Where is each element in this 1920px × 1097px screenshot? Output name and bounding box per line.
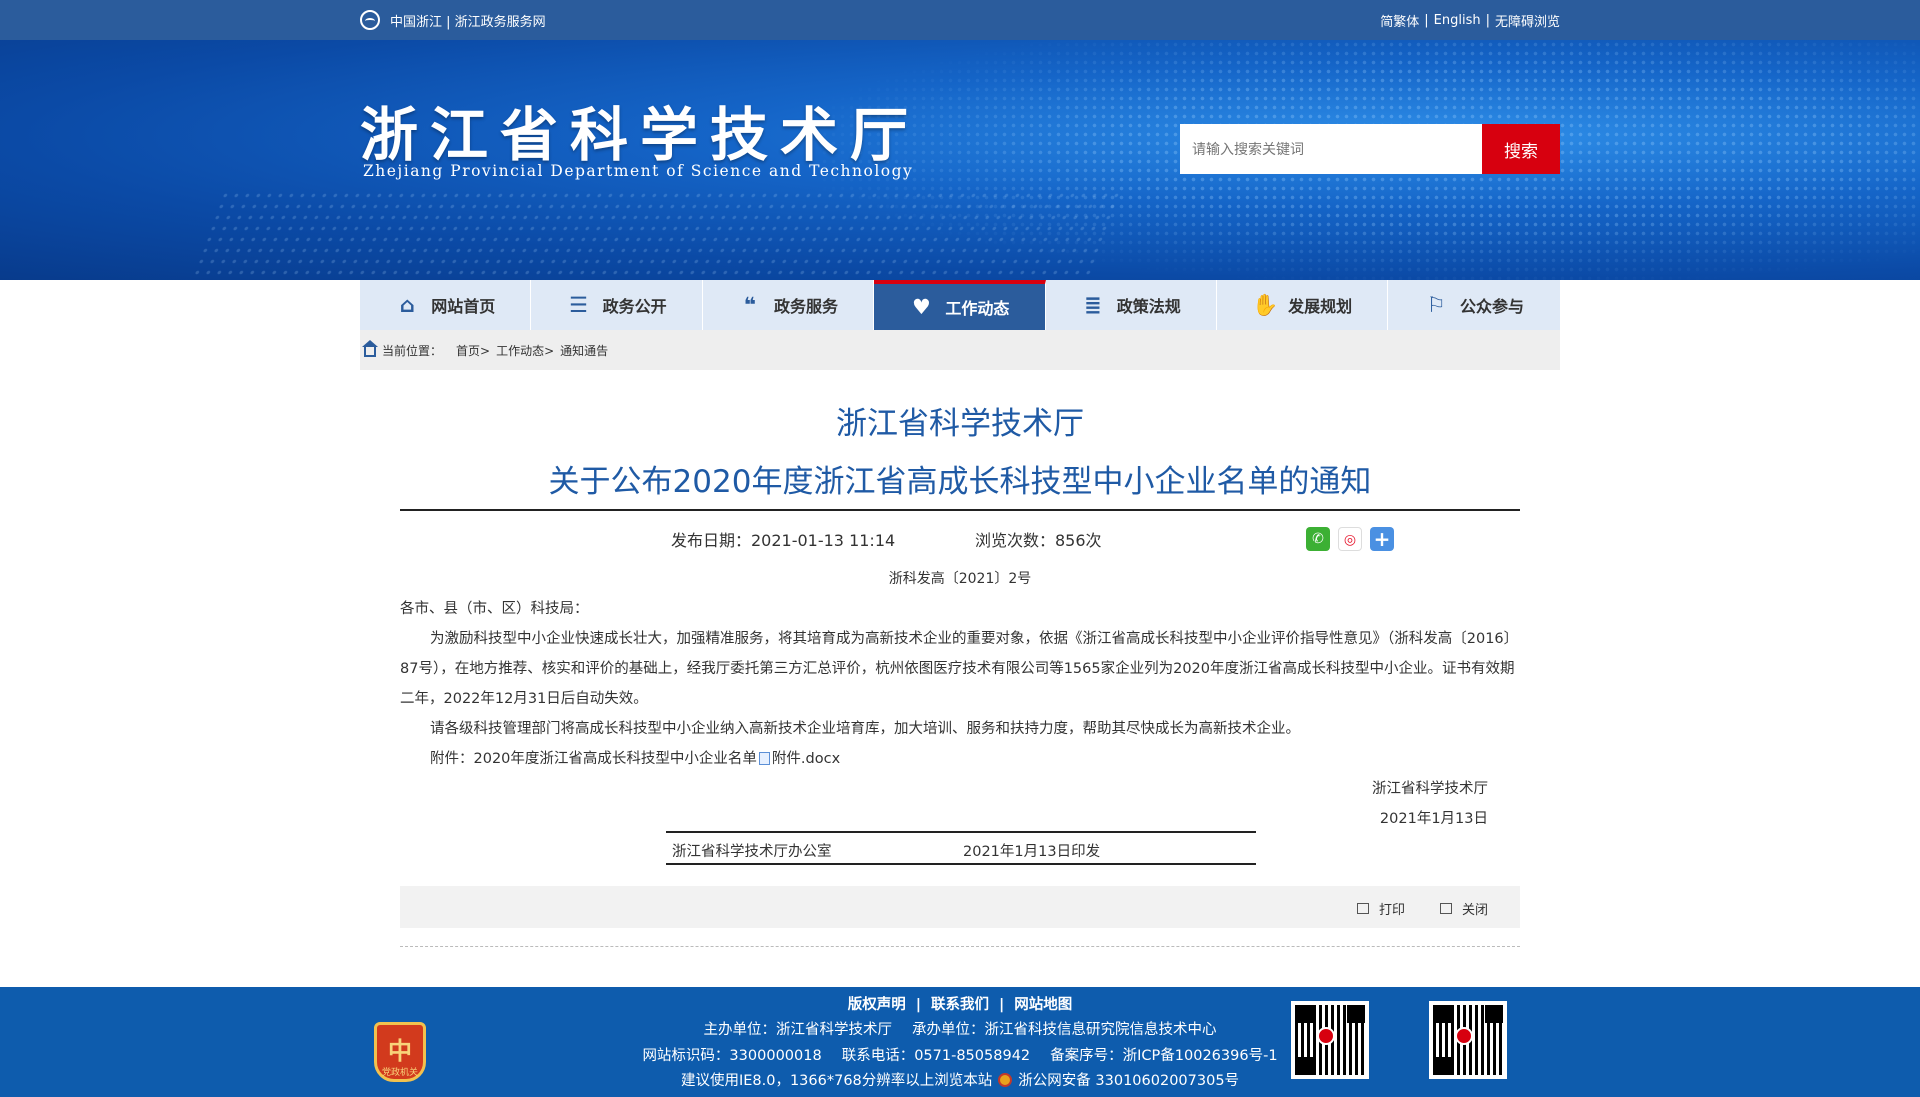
close-icon xyxy=(1440,903,1452,914)
nav-item-work-news[interactable]: ♥ 工作动态 xyxy=(874,280,1046,330)
footer-id-line: 网站标识码：3300000018 联系电话：0571-85058942 备案序号：浙… xyxy=(0,1044,1920,1065)
top-bar: 中国浙江 | 浙江政务服务网 简繁体 | English | 无障碍浏览 xyxy=(0,0,1920,40)
nav-item-public-participation[interactable]: ⚐ 公众参与 xyxy=(1388,280,1560,330)
breadcrumb: 当前位置： 首页> 工作动态> 通知通告 xyxy=(360,330,1560,370)
nav-label: 政务公开 xyxy=(602,297,667,316)
article-body: 各市、县（市、区）科技局： 为激励科技型中小企业快速成长壮大，加强精准服务，将其… xyxy=(400,594,1520,834)
contact-phone: 联系电话：0571-85058942 xyxy=(841,1048,1031,1064)
breadcrumb-item-notices[interactable]: 通知通告 xyxy=(560,342,608,359)
main-nav: ⌂ 网站首页 ☰ 政务公开 ❝ 政务服务 ♥ 工作动态 ≣ 政策法规 ✋ 发展规划 ⚐ 公众参… xyxy=(360,280,1560,330)
search-button[interactable]: 搜索 xyxy=(1482,124,1560,174)
view-count: 浏览次数：856次 xyxy=(975,531,1102,550)
weibo-icon xyxy=(1317,1027,1335,1045)
heart-icon: ♥ xyxy=(911,295,931,319)
separator: | xyxy=(999,997,1005,1013)
copyright-link[interactable]: 版权声明 xyxy=(848,997,906,1013)
word-file-icon xyxy=(758,752,770,765)
separator: | xyxy=(1424,12,1429,28)
nav-label: 网站首页 xyxy=(431,297,496,316)
footer-links: 版权声明 | 联系我们 | 网站地图 xyxy=(0,993,1920,1014)
top-right-links: 简繁体 | English | 无障碍浏览 xyxy=(1380,0,1560,40)
top-left-links[interactable]: 中国浙江 | 浙江政务服务网 xyxy=(360,0,546,40)
document-icon: ≣ xyxy=(1083,293,1102,317)
document-number: 浙科发高〔2021〕2号 xyxy=(888,571,1032,587)
wechat-qr-code xyxy=(1429,1001,1507,1079)
wechat-icon[interactable]: ✆ xyxy=(1306,527,1330,551)
attachment-line: 附件：2020年度浙江省高成长科技型中小企业名单 附件.docx xyxy=(400,744,1520,774)
nav-item-gov-services[interactable]: ❝ 政务服务 xyxy=(702,280,875,330)
attachment-label: 附件：2020年度浙江省高成长科技型中小企业名单 xyxy=(430,751,757,767)
home-icon: ⌂ xyxy=(399,293,415,317)
signature: 浙江省科学技术厅 xyxy=(1372,781,1488,797)
attachment-link[interactable]: 附件.docx xyxy=(772,751,840,767)
site-logo-subtitle: Zhejiang Provincial Department of Scienc… xyxy=(363,162,914,180)
police-record-link[interactable]: 浙公网安备 33010602007305号 xyxy=(1018,1073,1239,1089)
breadcrumb-item-work-news[interactable]: 工作动态> xyxy=(496,342,554,359)
accessibility-link[interactable]: 无障碍浏览 xyxy=(1495,11,1560,30)
search-input[interactable] xyxy=(1180,124,1482,174)
site-logo-title[interactable]: 浙江省科学技术厅 xyxy=(360,88,920,172)
print-info: 浙江省科学技术厅办公室 2021年1月13日印发 xyxy=(666,831,1256,865)
print-button[interactable]: 打印 xyxy=(1357,899,1405,918)
footer: 党政机关 版权声明|联系我们|网站地图 主办单位：浙江省科学技术厅承办单位：浙江… xyxy=(0,987,1920,1097)
lang-english-link[interactable]: English xyxy=(1434,13,1481,28)
salutation: 各市、县（市、区）科技局： xyxy=(400,601,589,617)
sign-date: 2021年1月13日 xyxy=(1379,811,1488,827)
globe-icon xyxy=(360,10,380,30)
divider xyxy=(400,946,1520,947)
article-title: 关于公布2020年度浙江省高成长科技型中小企业名单的通知 xyxy=(548,464,1372,500)
police-badge-icon xyxy=(998,1073,1013,1087)
zhejiang-gov-link[interactable]: 中国浙江 | 浙江政务服务网 xyxy=(390,11,546,30)
lang-simplified-traditional-link[interactable]: 简繁体 xyxy=(1380,11,1419,30)
nav-label: 政策法规 xyxy=(1116,297,1181,316)
paragraph: 为激励科技型中小企业快速成长壮大，加强精准服务，将其培育成为高新技术企业的重要对… xyxy=(400,631,1519,707)
nav-label: 发展规划 xyxy=(1288,297,1353,316)
separator: | xyxy=(1485,12,1490,28)
header-banner: 浙江省科学技术厅 Zhejiang Provincial Department … xyxy=(0,40,1920,280)
people-icon: ⚐ xyxy=(1426,293,1446,317)
publish-date: 发布日期：2021-01-13 11:14 xyxy=(671,531,896,550)
nav-label: 工作动态 xyxy=(945,299,1010,318)
breadcrumb-item-home[interactable]: 首页> xyxy=(456,342,490,359)
nav-item-policies[interactable]: ≣ 政策法规 xyxy=(1045,280,1217,330)
breadcrumb-prefix: 当前位置： xyxy=(382,343,443,358)
handshake-icon: ✋ xyxy=(1252,293,1279,317)
home-icon xyxy=(362,340,378,357)
plus-share-icon[interactable]: + xyxy=(1370,527,1394,551)
icp-link[interactable]: 备案序号：浙ICP备10026396号-1 xyxy=(1050,1048,1277,1064)
nav-item-home[interactable]: ⌂ 网站首页 xyxy=(360,280,532,330)
undertaker-unit: 承办单位：浙江省科技信息研究院信息技术中心 xyxy=(912,1022,1217,1038)
print-label: 打印 xyxy=(1379,903,1406,918)
footer-host-line: 主办单位：浙江省科学技术厅 承办单位：浙江省科技信息研究院信息技术中心 xyxy=(0,1018,1920,1039)
printed-by: 浙江省科学技术厅办公室 xyxy=(672,844,832,860)
weibo-icon[interactable]: ◎ xyxy=(1338,527,1362,551)
printer-icon xyxy=(1357,903,1369,914)
footer-browser-line: 建议使用IE8.0，1366*768分辨率以上浏览本站 浙公网安备 3301060… xyxy=(0,1069,1920,1090)
site-id: 网站标识码：3300000018 xyxy=(642,1048,822,1064)
nav-item-gov-affairs-open[interactable]: ☰ 政务公开 xyxy=(531,280,703,330)
weibo-qr-code xyxy=(1291,1001,1369,1079)
close-button[interactable]: 关闭 xyxy=(1440,899,1488,918)
contact-link[interactable]: 联系我们 xyxy=(931,997,989,1013)
title-divider xyxy=(400,509,1520,511)
nav-label: 公众参与 xyxy=(1460,297,1525,316)
nav-label: 政务服务 xyxy=(773,297,838,316)
printed-date: 2021年1月13日印发 xyxy=(963,844,1101,860)
article-toolbar: 打印 关闭 xyxy=(400,886,1520,928)
paragraph: 请各级科技管理部门将高成长科技型中小企业纳入高新技术企业培育库，加大培训、服务和… xyxy=(430,721,1300,737)
article-issuer: 浙江省科学技术厅 xyxy=(836,406,1084,442)
list-icon: ☰ xyxy=(569,293,588,317)
sitemap-link[interactable]: 网站地图 xyxy=(1014,997,1072,1013)
nav-item-development-plan[interactable]: ✋ 发展规划 xyxy=(1216,280,1389,330)
chat-icon: ❝ xyxy=(743,293,757,317)
host-unit: 主办单位：浙江省科学技术厅 xyxy=(703,1022,893,1038)
wechat-icon xyxy=(1455,1027,1473,1045)
separator: | xyxy=(915,997,921,1013)
close-label: 关闭 xyxy=(1462,903,1489,918)
browser-tip: 建议使用IE8.0，1366*768分辨率以上浏览本站 xyxy=(680,1073,993,1089)
